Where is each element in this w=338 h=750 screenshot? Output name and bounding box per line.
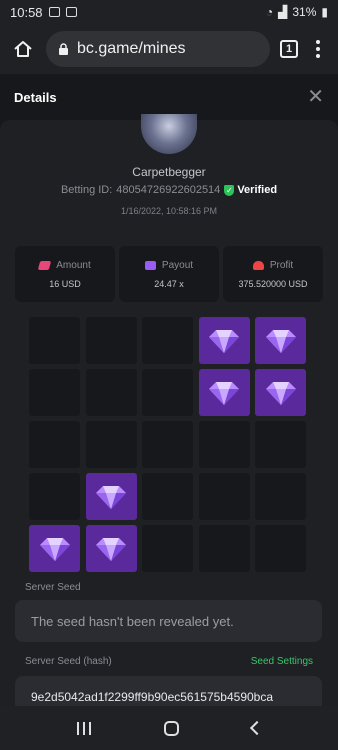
payout-label: Payout [161, 259, 194, 271]
modal-title: Details [14, 89, 57, 105]
battery-icon: ▮ [321, 5, 328, 19]
gem-icon [96, 485, 126, 509]
verified-badge: ✓ Verified [224, 184, 277, 196]
grid-cell-gem [198, 317, 250, 364]
server-seed-hash-field[interactable]: 9e2d5042ad1f2299ff9b90ec561575b4590bca [15, 676, 322, 706]
url-text: bc.game/mines [77, 40, 186, 57]
grid-cell-gem [255, 369, 306, 416]
gem-icon [265, 329, 296, 353]
bet-date: 1/16/2022, 10:58:16 PM [120, 206, 218, 216]
payout-value: 24.47 x [154, 278, 184, 289]
grid-cell [29, 473, 80, 520]
clock: 10:58 [10, 4, 43, 20]
gem-icon [209, 381, 239, 405]
amount-value: 16 USD [49, 278, 81, 289]
grid-cell-gem [198, 369, 250, 416]
betting-id-row: Betting ID: 48054726922602514 ✓ Verified [0, 184, 338, 196]
grid-cell [142, 317, 193, 364]
profit-stat: Profit 375.520000 USD [223, 246, 323, 302]
grid-cell [142, 525, 193, 572]
status-bar: 10:58 ◔ ▟ 31% ▮ [0, 0, 338, 24]
grid-cell [255, 473, 306, 520]
server-seed-value: The seed hasn't been revealed yet. [31, 613, 234, 629]
server-seed-hash-value: 9e2d5042ad1f2299ff9b90ec561575b4590bca [31, 690, 274, 704]
grid-cell [198, 473, 250, 520]
signal-icon: ▟ [278, 5, 288, 19]
shield-check-icon: ✓ [224, 184, 235, 196]
url-field[interactable]: bc.game/mines [46, 31, 270, 67]
profit-label: Profit [269, 259, 294, 271]
grid-cell [85, 369, 137, 416]
grid-cell-gem [255, 317, 306, 364]
amount-icon [38, 260, 52, 270]
server-seed-field[interactable]: The seed hasn't been revealed yet. [15, 600, 322, 642]
grid-cell-gem [85, 473, 137, 520]
verified-label: Verified [237, 184, 278, 196]
grid-cell-gem [85, 525, 137, 572]
gem-icon [209, 329, 239, 353]
details-card: Carpetbegger Betting ID: 480547269226025… [0, 114, 338, 706]
server-seed-hash-label: Server Seed (hash) [25, 656, 112, 667]
grid-cell [29, 317, 80, 364]
dot [316, 40, 320, 44]
recents-button[interactable] [76, 721, 91, 735]
server-seed-label: Server Seed [25, 582, 81, 593]
amount-stat: Amount 16 USD [15, 246, 115, 302]
grid-cell [85, 421, 137, 468]
betting-id-label: Betting ID: [60, 184, 113, 196]
grid-cell [255, 421, 306, 468]
grid-cell-gem [29, 525, 80, 572]
grid-cell [29, 369, 80, 416]
tab-switcher-button[interactable]: 1 [280, 40, 298, 58]
payout-icon [144, 260, 156, 270]
betting-id: 48054726922602514 [116, 184, 221, 196]
seed-settings-link[interactable]: Seed Settings [251, 656, 313, 667]
home-icon [14, 41, 32, 57]
grid-cell [142, 421, 193, 468]
stats-row: Amount 16 USD Payout 24.47 x Profit 375.… [15, 246, 323, 302]
back-button[interactable] [249, 720, 264, 736]
grid-cell [142, 473, 193, 520]
amount-label: Amount [56, 259, 91, 271]
payout-stat: Payout 24.47 x [119, 246, 219, 302]
grid-cell [29, 421, 80, 468]
gem-icon [265, 381, 296, 405]
profit-icon [252, 260, 264, 270]
battery-level: 31% [292, 5, 317, 19]
close-button[interactable]: ✕ [307, 87, 324, 107]
home-nav-button[interactable] [163, 720, 179, 736]
notification-icon [48, 7, 60, 17]
dot [316, 47, 320, 51]
lock-icon [59, 42, 68, 55]
grid-cell [198, 525, 250, 572]
grid-cell [142, 369, 193, 416]
grid-cell [198, 421, 250, 468]
browser-toolbar: bc.game/mines 1 [0, 24, 338, 74]
bet-details-modal: Details ✕ Carpetbegger Betting ID: 48054… [0, 74, 338, 706]
grid-cell [85, 317, 137, 364]
image-icon [65, 7, 77, 17]
grid-cell [255, 525, 306, 572]
home-button[interactable] [10, 36, 36, 62]
gem-icon [96, 537, 126, 561]
username[interactable]: Carpetbegger [0, 165, 338, 179]
gem-icon [39, 537, 70, 561]
browser-menu-button[interactable] [308, 40, 328, 58]
android-nav-bar [0, 706, 338, 750]
dot [316, 54, 320, 58]
profit-value: 375.520000 USD [238, 278, 308, 289]
wifi-icon: ◔ [265, 5, 274, 19]
mines-grid [29, 317, 306, 572]
avatar[interactable] [141, 114, 197, 154]
